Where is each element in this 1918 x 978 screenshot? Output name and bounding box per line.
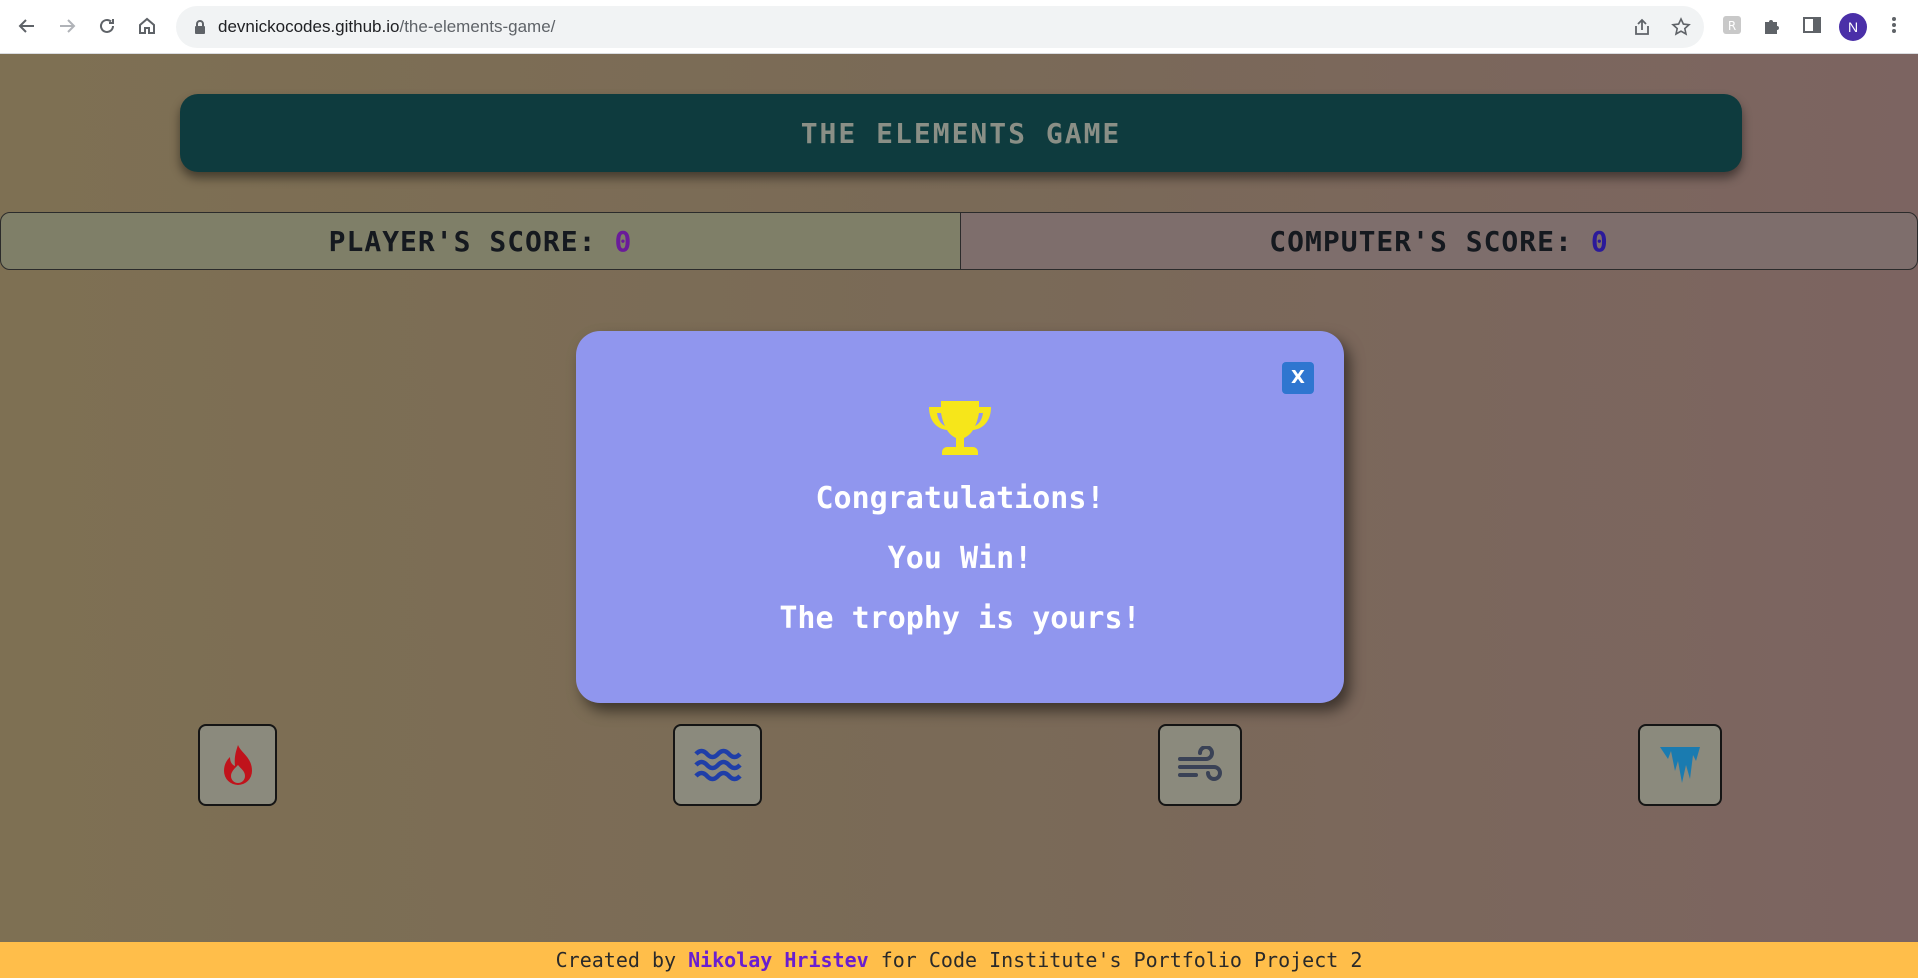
address-bar[interactable]: devnickocodes.github.io/the-elements-gam… (176, 6, 1704, 48)
footer-suffix: for Code Institute's Portfolio Project 2 (868, 948, 1363, 972)
computer-score-value: 0 (1590, 224, 1609, 258)
win-modal: X Congratulations! You Win! The trophy i… (576, 331, 1344, 703)
share-icon[interactable] (1631, 17, 1653, 39)
congrats-text: Congratulations! (815, 481, 1105, 516)
profile-avatar[interactable]: N (1839, 13, 1867, 41)
url-text[interactable]: devnickocodes.github.io/the-elements-gam… (218, 6, 555, 48)
water-icon (693, 748, 742, 782)
footer-prefix: Created by (555, 948, 689, 972)
close-button[interactable]: X (1282, 362, 1314, 394)
computer-score-label: COMPUTER'S SCORE: (1269, 224, 1573, 258)
reload-icon[interactable] (92, 11, 122, 41)
icicles-icon (1660, 747, 1700, 783)
forward-icon[interactable] (52, 11, 82, 41)
fire-button[interactable] (198, 724, 277, 806)
puzzle-icon[interactable] (1760, 14, 1784, 38)
player-score-label: PLAYER'S SCORE: (328, 224, 597, 258)
kebab-menu-icon[interactable] (1882, 14, 1906, 38)
extension-icon[interactable]: R (1720, 14, 1744, 38)
lock-icon (195, 20, 205, 34)
player-score-value: 0 (614, 224, 633, 258)
side-panel-icon[interactable] (1800, 14, 1824, 38)
header-banner: THE ELEMENTS GAME (180, 94, 1742, 172)
back-icon[interactable] (12, 11, 42, 41)
footer: Created by Nikolay Hristev for Code Inst… (0, 942, 1918, 978)
star-icon[interactable] (1670, 17, 1692, 39)
computer-score-panel: COMPUTER'S SCORE: 0 (960, 212, 1918, 270)
air-button[interactable] (1158, 724, 1242, 806)
wind-icon (1178, 746, 1222, 781)
footer-author: Nikolay Hristev (688, 948, 869, 972)
trophy-text: The trophy is yours! (779, 601, 1141, 636)
svg-text:R: R (1728, 19, 1736, 33)
browser-toolbar: devnickocodes.github.io/the-elements-gam… (0, 0, 1918, 54)
fire-icon (223, 745, 252, 785)
water-button[interactable] (673, 724, 762, 806)
page-title: THE ELEMENTS GAME (800, 116, 1122, 150)
ice-button[interactable] (1638, 724, 1722, 806)
trophy-icon (929, 401, 991, 455)
scoreboard: PLAYER'S SCORE: 0 COMPUTER'S SCORE: 0 (0, 212, 1918, 270)
player-score-panel: PLAYER'S SCORE: 0 (0, 212, 961, 270)
home-icon[interactable] (132, 11, 162, 41)
game-page: THE ELEMENTS GAME PLAYER'S SCORE: 0 COMP… (0, 54, 1918, 978)
win-text: You Win! (887, 541, 1033, 576)
